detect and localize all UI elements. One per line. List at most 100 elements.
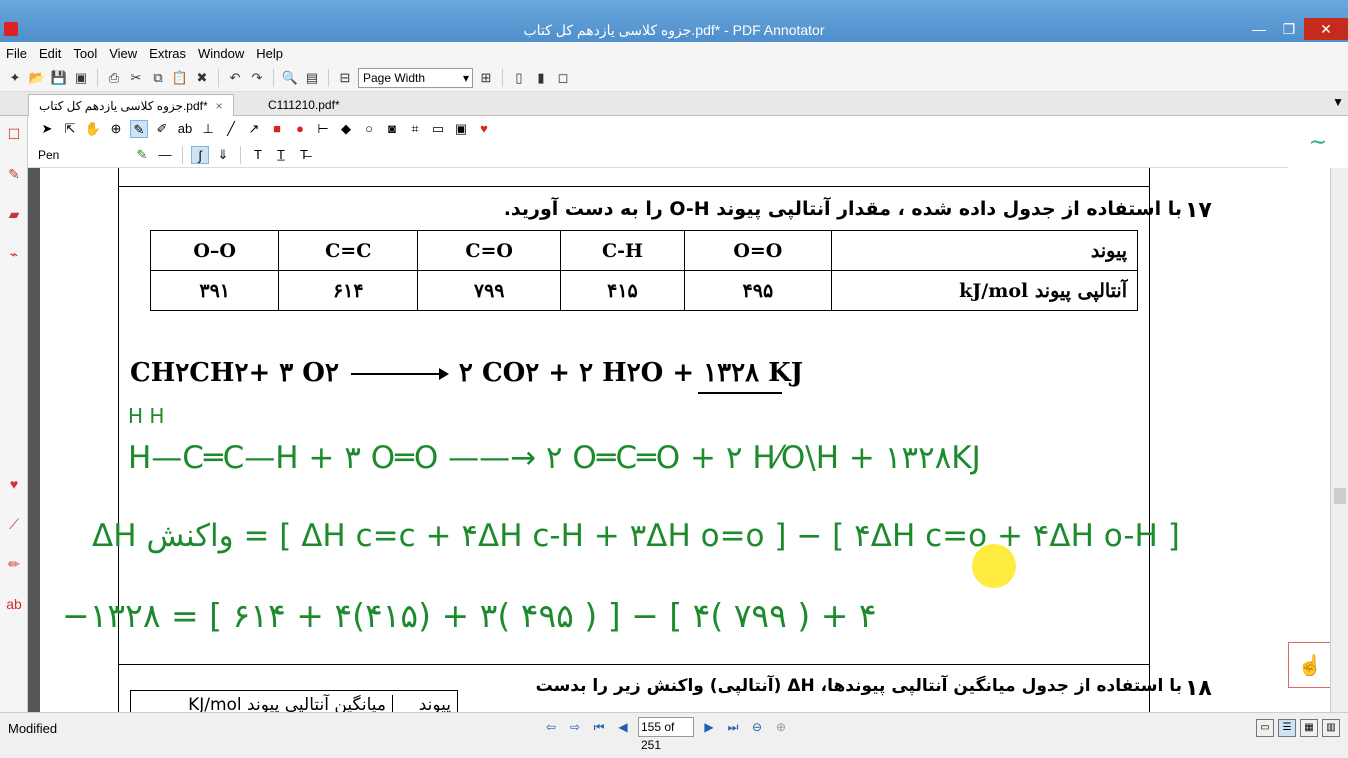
question-18-text: با استفاده از جدول میانگین آنتالپی پیوند… [535, 676, 1182, 696]
zoom-in-icon[interactable]: ⊞ [477, 69, 495, 87]
line-width-icon[interactable]: — [156, 146, 174, 164]
table-header-cell: آنتالپی پیوند kJ/mol [831, 270, 1138, 311]
touch-mode-icon[interactable]: ☝ [1288, 642, 1332, 688]
previous-page-icon[interactable]: ◀ [614, 718, 632, 736]
magnifier-icon[interactable]: ⊕ [107, 120, 125, 138]
favorites-icon[interactable]: ♥ [4, 476, 24, 496]
tab-close-icon[interactable]: × [216, 99, 223, 113]
zoom-out-icon[interactable]: ⊟ [336, 69, 354, 87]
copy-icon[interactable]: ⧉ [149, 69, 167, 87]
tab-document-1[interactable]: جزوه کلاسی یازدهم کل کتاب.pdf* × [28, 94, 234, 116]
two-page-continuous-view-icon[interactable]: ▥ [1322, 719, 1340, 737]
folder-icon[interactable]: ▰ [4, 206, 24, 226]
divider [97, 68, 98, 87]
document-viewport[interactable]: ۱۷ با استفاده از جدول داده شده ، مقدار آ… [28, 168, 1348, 712]
first-page-icon[interactable]: ⏮ [590, 718, 608, 736]
marker-icon[interactable]: ✏ [4, 556, 24, 576]
bond-enthalpy-table: O–O C=C C=O C-H O=O پیوند ۳۹۱ ۶۱۴ ۷۹۹ ۴۱… [149, 230, 1138, 311]
next-page-icon[interactable]: ▶ [700, 718, 718, 736]
scrollbar-thumb[interactable] [1334, 488, 1346, 504]
open-folder-icon[interactable]: 📂 [28, 69, 46, 87]
page-setup-icon[interactable]: ▤ [303, 69, 321, 87]
divider [502, 68, 503, 87]
cut-icon[interactable]: ✂ [127, 69, 145, 87]
line-icon[interactable]: ╱ [222, 120, 240, 138]
maximize-button[interactable]: ❐ [1274, 18, 1304, 40]
minimize-button[interactable]: — [1244, 18, 1274, 40]
insert-image-icon[interactable]: ▣ [452, 120, 470, 138]
eraser-icon[interactable]: ◆ [337, 120, 355, 138]
table-cell: C=O [417, 230, 562, 271]
forward-folder-icon[interactable]: ⇨ [566, 718, 584, 736]
undo-icon[interactable]: ↶ [226, 69, 244, 87]
save-icon[interactable]: 💾 [50, 69, 68, 87]
handwritten-hydrogens: H H [128, 404, 165, 428]
paste-icon[interactable]: 📋 [171, 69, 189, 87]
save-as-icon[interactable]: ▣ [72, 69, 90, 87]
text-box-icon[interactable]: ab [176, 120, 194, 138]
menu-window[interactable]: Window [198, 46, 244, 61]
tab-list-dropdown-icon[interactable]: ▼ [1332, 95, 1344, 109]
menu-extras[interactable]: Extras [149, 46, 186, 61]
table-header-cell: پیوند [831, 230, 1138, 271]
measure-icon[interactable]: ⊢ [314, 120, 332, 138]
hand-tool-icon[interactable]: ✋ [84, 120, 102, 138]
two-page-view-icon[interactable]: ▦ [1300, 719, 1318, 737]
continuous-page-icon[interactable]: ▮ [532, 69, 550, 87]
ellipse-icon[interactable]: ● [291, 120, 309, 138]
menu-help[interactable]: Help [256, 46, 283, 61]
menu-edit[interactable]: Edit [39, 46, 61, 61]
smooth-stroke-icon[interactable]: ∫ [191, 146, 209, 164]
question-17-number: ۱۷ [1185, 198, 1212, 223]
text-underline-icon[interactable]: T̲ [272, 146, 290, 164]
tab-document-2[interactable]: C111210.pdf* [258, 94, 350, 116]
pen-color-icon[interactable]: ✎ [133, 146, 151, 164]
last-page-icon[interactable]: ⏭ [724, 718, 742, 736]
menu-file[interactable]: File [6, 46, 27, 61]
favorite-tools-icon[interactable]: ♥ [475, 120, 493, 138]
divider [240, 146, 241, 164]
select-area-icon[interactable]: ☐ [4, 126, 24, 146]
delete-icon[interactable]: ✖ [193, 69, 211, 87]
single-page-view-icon[interactable]: ▭ [1256, 719, 1274, 737]
arrow-icon[interactable]: ↗ [245, 120, 263, 138]
back-folder-icon[interactable]: ⇦ [542, 718, 560, 736]
camera-icon[interactable]: ◙ [383, 120, 401, 138]
continuous-view-icon[interactable]: ☰ [1278, 719, 1296, 737]
fullscreen-icon[interactable]: ◻ [554, 69, 572, 87]
page-number-input[interactable]: 155 of 251 [638, 717, 694, 752]
highlighter-icon[interactable]: ✐ [153, 120, 171, 138]
close-button[interactable]: ✕ [1304, 18, 1348, 40]
zoom-select[interactable]: Page Width [358, 67, 473, 88]
table-cell: ۶۱۴ [278, 270, 419, 311]
history-back-icon[interactable]: ⊖ [748, 718, 766, 736]
menu-tool[interactable]: Tool [73, 46, 97, 61]
menu-view[interactable]: View [109, 46, 137, 61]
rectangle-icon[interactable]: ■ [268, 120, 286, 138]
divider [273, 68, 274, 87]
history-forward-icon[interactable]: ⊕ [772, 718, 790, 736]
text-field-icon[interactable]: ab [4, 596, 24, 616]
menu-bar: File Edit Tool View Extras Window Help [0, 42, 1348, 64]
print-icon[interactable]: ⎙ [105, 69, 123, 87]
page-navigation: ⇦ ⇨ ⏮ ◀ 155 of 251 ▶ ⏭ ⊖ ⊕ [542, 717, 790, 752]
find-icon[interactable]: 🔍 [281, 69, 299, 87]
new-document-icon[interactable]: ✦ [6, 69, 24, 87]
pen-tool-icon[interactable]: ✎ [4, 166, 24, 186]
pen-icon[interactable]: ✎ [130, 120, 148, 138]
ruler-icon[interactable]: ▭ [429, 120, 447, 138]
text-strike-icon[interactable]: T̶ [295, 146, 313, 164]
text-style-icon[interactable]: T [249, 146, 267, 164]
crop-icon[interactable]: ⌗ [406, 120, 424, 138]
select-arrow-icon[interactable]: ➤ [38, 120, 56, 138]
vertical-scrollbar[interactable] [1330, 168, 1348, 712]
single-page-icon[interactable]: ▯ [510, 69, 528, 87]
attachment-icon[interactable]: ⌁ [4, 246, 24, 266]
lasso-icon[interactable]: ○ [360, 120, 378, 138]
tab-label: C111210.pdf* [268, 98, 340, 112]
redo-icon[interactable]: ↷ [248, 69, 266, 87]
snap-icon[interactable]: ⇓ [214, 146, 232, 164]
stamp-icon[interactable]: ⊥ [199, 120, 217, 138]
select-text-icon[interactable]: ⇱ [61, 120, 79, 138]
highlighter-icon[interactable]: ⟋ [4, 516, 24, 536]
